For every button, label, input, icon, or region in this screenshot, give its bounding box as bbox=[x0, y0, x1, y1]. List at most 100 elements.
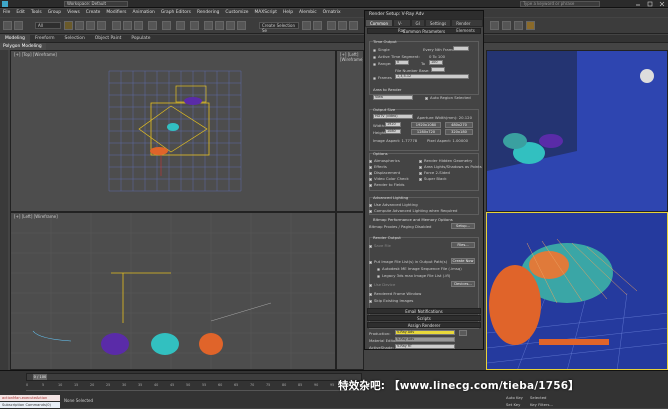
viewport-top[interactable]: [+] [Top] [Wireframe] bbox=[10, 50, 336, 212]
time-slider[interactable]: 0 / 100 bbox=[26, 373, 362, 381]
tab-modeling[interactable]: Modeling bbox=[0, 35, 30, 43]
preset-1920x1080-button[interactable]: 1920x1080 bbox=[411, 122, 441, 128]
viewport-perspective[interactable] bbox=[486, 212, 668, 370]
auto-region-checkbox[interactable]: Auto Region Selected bbox=[425, 95, 471, 100]
radio-frames[interactable]: Frames bbox=[373, 75, 392, 80]
menu-file[interactable]: File bbox=[0, 9, 13, 17]
menu-maxscript[interactable]: MAXScript bbox=[251, 9, 280, 17]
curve-editor-icon[interactable] bbox=[338, 21, 347, 30]
layer-manager-icon[interactable] bbox=[327, 21, 336, 30]
render-setup-icon[interactable] bbox=[502, 21, 511, 30]
area-to-render-dropdown[interactable]: View bbox=[373, 95, 413, 100]
legacy-ifl-radio[interactable]: Legacy 3ds max Image File List (.ifl) bbox=[377, 273, 450, 278]
tab-settings[interactable]: Settings bbox=[424, 19, 452, 27]
tab-render-elements[interactable]: Render Elements bbox=[451, 19, 483, 33]
viewport-left-extra[interactable] bbox=[336, 212, 364, 370]
range-from-field[interactable]: 0 bbox=[395, 60, 409, 65]
menu-views[interactable]: Views bbox=[64, 9, 83, 17]
preset-480x270-button[interactable]: 480x270 bbox=[445, 122, 473, 128]
width-field[interactable]: 1920 bbox=[385, 122, 401, 127]
every-nth-field[interactable] bbox=[453, 46, 469, 51]
select-by-name-icon[interactable] bbox=[75, 21, 84, 30]
rendered-frame-window-icon[interactable] bbox=[514, 21, 523, 30]
rollout-email-notifications[interactable]: Email Notifications bbox=[367, 308, 481, 314]
menu-help[interactable]: Help bbox=[280, 9, 296, 17]
menu-animation[interactable]: Animation bbox=[129, 9, 157, 17]
minimize-button[interactable] bbox=[632, 1, 644, 7]
select-object-icon[interactable] bbox=[64, 21, 73, 30]
choose-production-button[interactable] bbox=[459, 330, 467, 336]
frames-field[interactable]: 1,3,5-12 bbox=[395, 74, 469, 79]
time-slider-thumb[interactable]: 0 / 100 bbox=[33, 374, 47, 380]
tab-selection[interactable]: Selection bbox=[60, 35, 90, 43]
material-editor-icon[interactable] bbox=[490, 21, 499, 30]
preset-1280x720-button[interactable]: 1280x720 bbox=[411, 129, 441, 135]
angle-snap-icon[interactable] bbox=[215, 21, 224, 30]
set-key-button[interactable]: Set Key bbox=[506, 402, 520, 407]
viewport-front[interactable]: [+] [Left] [Wireframe] bbox=[336, 50, 364, 212]
skip-existing-images-checkbox[interactable]: Skip Existing Images bbox=[369, 298, 413, 303]
close-button[interactable] bbox=[656, 1, 668, 7]
files-button[interactable]: Files... bbox=[451, 242, 475, 248]
rollout-assign-renderer[interactable]: Assign Renderer bbox=[367, 322, 481, 328]
scale-icon[interactable] bbox=[134, 21, 143, 30]
render-to-fields-checkbox[interactable]: Render to Fields bbox=[369, 182, 404, 187]
auto-key-button[interactable]: Auto Key bbox=[506, 395, 523, 400]
menu-modifiers[interactable]: Modifiers bbox=[103, 9, 129, 17]
put-image-list-checkbox[interactable]: Put Image File List(s) in Output Path(s) bbox=[369, 259, 447, 264]
radio-range[interactable]: Range: bbox=[373, 61, 391, 66]
tab-common[interactable]: Common bbox=[365, 19, 394, 27]
force-2-sided-checkbox[interactable]: Force 2-Sided bbox=[419, 170, 450, 175]
region-select-icon[interactable] bbox=[86, 21, 95, 30]
menu-alembic[interactable]: Alembic bbox=[296, 9, 320, 17]
production-renderer-field[interactable]: V-Ray Adv bbox=[395, 330, 455, 335]
viewport-label-front[interactable]: [+] [Left] [Wireframe] bbox=[340, 52, 363, 62]
material-editor-renderer-field[interactable]: V-Ray Adv bbox=[395, 337, 455, 342]
search-input[interactable]: Type a keyword or phrase bbox=[520, 1, 600, 7]
menu-tools[interactable]: Tools bbox=[28, 9, 45, 17]
workspace-selector[interactable]: Workspace: Default bbox=[64, 1, 128, 7]
bitmap-setup-button[interactable]: Setup... bbox=[451, 223, 475, 229]
render-production-icon[interactable] bbox=[526, 21, 535, 30]
maximize-button[interactable] bbox=[644, 1, 656, 7]
move-icon[interactable] bbox=[112, 21, 121, 30]
tab-gi[interactable]: GI bbox=[410, 19, 425, 27]
atmospherics-checkbox[interactable]: Atmospherics bbox=[369, 158, 400, 163]
menu-customize[interactable]: Customize bbox=[222, 9, 251, 17]
activeshade-renderer-field[interactable]: V-Ray RT bbox=[395, 344, 455, 349]
use-device-checkbox[interactable]: Use Device bbox=[369, 282, 395, 287]
menu-graph-editors[interactable]: Graph Editors bbox=[158, 9, 194, 17]
radio-active-segment[interactable]: Active Time Segment: bbox=[373, 54, 420, 59]
compute-advanced-lighting-checkbox[interactable]: Compute Advanced Lighting when Required bbox=[369, 208, 457, 213]
tab-object-paint[interactable]: Object Paint bbox=[90, 35, 127, 43]
reference-coordinate-icon[interactable] bbox=[148, 21, 157, 30]
viewport-camera[interactable] bbox=[486, 50, 668, 212]
percent-snap-icon[interactable] bbox=[226, 21, 235, 30]
keyboard-shortcut-icon[interactable] bbox=[190, 21, 199, 30]
render-hidden-geometry-checkbox[interactable]: Render Hidden Geometry bbox=[419, 158, 472, 163]
video-color-check-checkbox[interactable]: Video Color Check bbox=[369, 176, 409, 181]
use-advanced-lighting-checkbox[interactable]: Use Advanced Lighting bbox=[369, 202, 418, 207]
menu-group[interactable]: Group bbox=[45, 9, 64, 17]
redo-icon[interactable] bbox=[14, 21, 23, 30]
height-field[interactable]: 1080 bbox=[385, 129, 401, 134]
file-number-base-field[interactable] bbox=[431, 67, 445, 72]
align-icon[interactable] bbox=[313, 21, 322, 30]
maxscript-listener[interactable]: actionMan.executeAction Subscription Com… bbox=[0, 395, 60, 409]
rollout-scripts[interactable]: Scripts bbox=[367, 315, 481, 321]
displacement-checkbox[interactable]: Displacement bbox=[369, 170, 400, 175]
viewport-left[interactable]: [+] [Left] [Wireframe] bbox=[10, 212, 336, 370]
spinner-snap-icon[interactable] bbox=[237, 21, 246, 30]
menu-create[interactable]: Create bbox=[83, 9, 104, 17]
menu-rendering[interactable]: Rendering bbox=[194, 9, 222, 17]
app-logo-icon[interactable] bbox=[2, 1, 8, 7]
tab-populate[interactable]: Populate bbox=[126, 35, 155, 43]
tab-freeform[interactable]: Freeform bbox=[30, 35, 60, 43]
schematic-view-icon[interactable] bbox=[349, 21, 358, 30]
window-crossing-icon[interactable] bbox=[97, 21, 106, 30]
range-to-field[interactable]: 100 bbox=[429, 60, 443, 65]
autodesk-sequence-radio[interactable]: Autodesk ME Image Sequence File (.imsq) bbox=[377, 266, 462, 271]
output-size-preset-dropdown[interactable]: HDTV (video) bbox=[373, 114, 413, 119]
undo-icon[interactable] bbox=[3, 21, 12, 30]
rotate-icon[interactable] bbox=[123, 21, 132, 30]
